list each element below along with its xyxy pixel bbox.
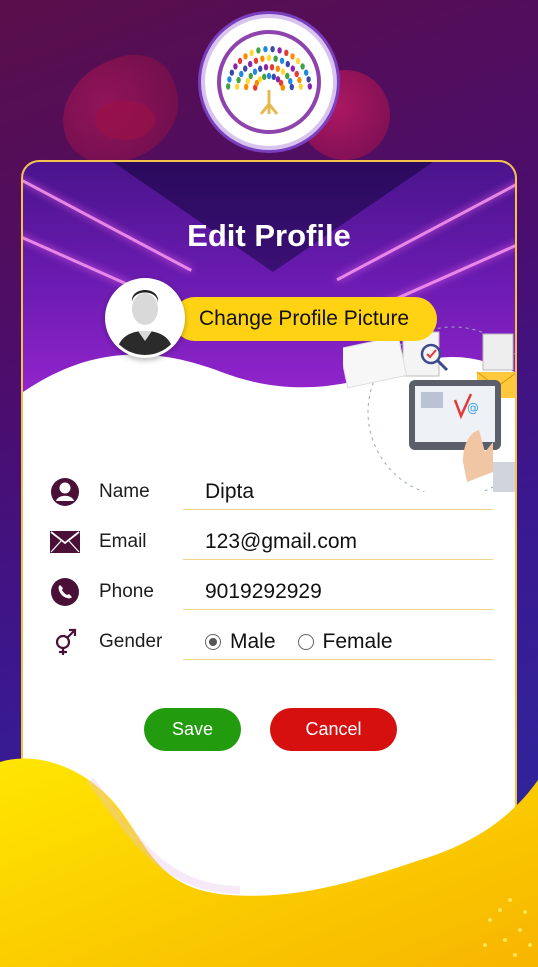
phone-icon bbox=[47, 574, 83, 610]
logo-dot bbox=[234, 83, 240, 90]
logo-dot bbox=[236, 76, 241, 84]
peacock-tree-logo-icon bbox=[225, 45, 313, 115]
logo-dot bbox=[260, 55, 265, 62]
gender-icon bbox=[47, 624, 83, 660]
logo-dot bbox=[307, 83, 313, 90]
male-label: Male bbox=[230, 629, 276, 653]
gender-option-female[interactable]: Female bbox=[297, 629, 393, 654]
logo-dot bbox=[253, 57, 259, 64]
logo-dot bbox=[270, 45, 275, 53]
bottom-wave-decoration bbox=[0, 758, 538, 967]
logo-dot bbox=[225, 83, 231, 90]
logo-dot bbox=[306, 76, 311, 83]
logo-dot bbox=[257, 76, 263, 83]
logo-dot bbox=[248, 72, 253, 80]
logo-dot bbox=[243, 53, 248, 60]
gender-radio-group: Male Female bbox=[183, 624, 493, 660]
email-label: Email bbox=[99, 531, 147, 552]
gender-label: Gender bbox=[99, 631, 163, 652]
logo-dot bbox=[229, 69, 235, 76]
logo-dot bbox=[297, 76, 302, 84]
logo-dot bbox=[249, 49, 254, 57]
page-title: Edit Profile bbox=[187, 218, 351, 253]
logo-dot bbox=[303, 69, 309, 76]
logo-dot bbox=[273, 55, 278, 62]
logo-dot bbox=[266, 54, 272, 62]
avatar[interactable] bbox=[105, 278, 185, 358]
app-logo bbox=[205, 18, 333, 146]
logo-dot bbox=[263, 45, 268, 53]
name-label: Name bbox=[99, 481, 150, 502]
logo-dot bbox=[227, 76, 232, 83]
email-row: Email bbox=[47, 522, 495, 562]
logo-dot bbox=[262, 73, 267, 81]
logo-dot bbox=[294, 70, 299, 78]
logo-dot bbox=[252, 68, 258, 75]
logo-dot bbox=[285, 72, 290, 80]
male-radio[interactable] bbox=[205, 633, 221, 650]
logo-dot bbox=[279, 57, 285, 64]
logo-dot bbox=[269, 63, 275, 71]
logo-dot bbox=[280, 84, 285, 91]
logo-dot bbox=[298, 83, 304, 90]
logo-emblem bbox=[217, 30, 321, 134]
logo-dot bbox=[263, 63, 269, 71]
logo-dot bbox=[243, 65, 248, 72]
phone-row: Phone bbox=[47, 572, 495, 612]
logo-dot bbox=[245, 77, 250, 85]
logo-dot bbox=[290, 65, 295, 72]
logo-dot bbox=[237, 57, 243, 65]
logo-dot bbox=[289, 83, 295, 91]
svg-text:@: @ bbox=[467, 401, 479, 415]
logo-dot bbox=[285, 60, 291, 68]
logo-dot bbox=[280, 68, 286, 75]
phone-field[interactable] bbox=[183, 574, 493, 610]
email-field[interactable] bbox=[183, 524, 493, 560]
logo-dot bbox=[284, 49, 289, 57]
female-radio[interactable] bbox=[297, 633, 314, 650]
logo-dot bbox=[271, 73, 276, 81]
logo-dot bbox=[288, 77, 293, 85]
change-profile-picture-button[interactable]: Change Profile Picture bbox=[173, 297, 437, 341]
user-circle-icon bbox=[47, 474, 83, 510]
logo-dot bbox=[247, 60, 253, 68]
user-silhouette-icon bbox=[108, 281, 182, 355]
logo-dot bbox=[239, 70, 244, 78]
logo-dot bbox=[243, 83, 249, 91]
logo-dot bbox=[290, 53, 295, 60]
logo-dot bbox=[275, 65, 281, 72]
phone-label: Phone bbox=[99, 581, 154, 602]
logo-dot bbox=[266, 72, 272, 80]
logo-dot bbox=[295, 57, 301, 65]
change-profile-picture-label: Change Profile Picture bbox=[199, 307, 410, 330]
logo-dot bbox=[256, 47, 261, 54]
background-blob bbox=[95, 100, 155, 140]
gender-option-male[interactable]: Male bbox=[205, 630, 276, 654]
logo-dot bbox=[233, 63, 238, 70]
female-label: Female bbox=[322, 629, 393, 653]
logo-dot bbox=[277, 47, 282, 54]
envelope-icon bbox=[47, 524, 83, 560]
logo-dot bbox=[257, 65, 263, 72]
logo-dot bbox=[300, 63, 305, 70]
gender-row: Gender Male Female bbox=[47, 622, 495, 662]
